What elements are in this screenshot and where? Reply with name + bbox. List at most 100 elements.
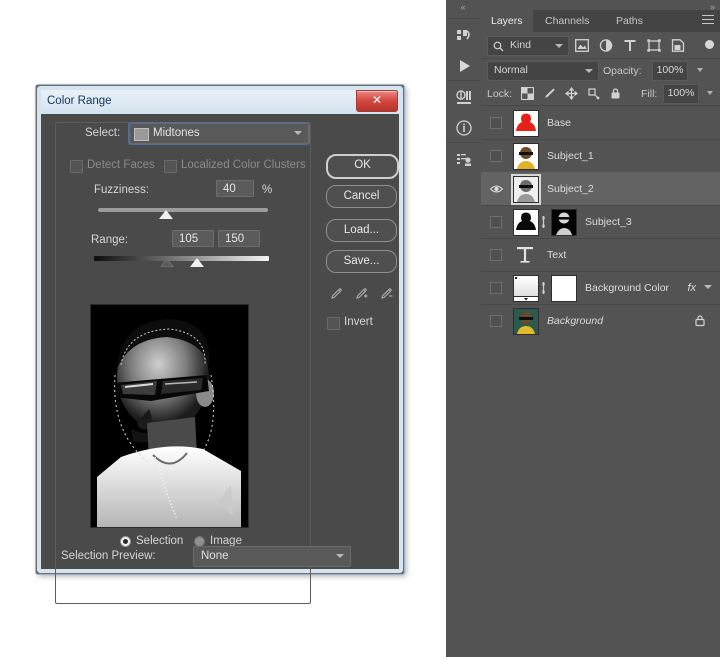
close-icon[interactable]: ✕ [356,90,398,112]
black-silhouette-thumb [514,210,538,235]
lock-all-icon[interactable] [607,86,623,101]
type-layer-filter-icon[interactable] [622,38,638,53]
blend-mode-row: Normal Opacity: 100% [481,58,720,82]
range-max-input[interactable]: 150 [218,230,260,247]
layer-name: Base [547,117,571,129]
range-slider-track[interactable] [94,256,269,261]
visibility-toggle[interactable] [487,205,505,238]
load-button[interactable]: Load... [326,219,397,242]
layer-thumbnail[interactable] [513,209,539,236]
eyedropper-subtract-icon[interactable] [379,286,394,304]
type-layer-icon [517,247,533,263]
tab-channels[interactable]: Channels [535,10,599,32]
layer-thumbnail[interactable] [513,110,539,137]
shape-layer-filter-icon[interactable] [646,38,662,53]
save-button[interactable]: Save... [326,250,397,273]
layer-row-subject-3[interactable]: Subject_3 [481,205,720,239]
select-color-swatch [134,128,149,141]
range-min-input[interactable]: 105 [172,230,214,247]
fill-input[interactable]: 100% [663,84,699,104]
layer-mask-thumbnail[interactable] [551,275,577,302]
layer-mask-thumbnail[interactable] [551,209,577,236]
blend-mode-dropdown[interactable]: Normal [487,61,599,81]
fx-icon[interactable]: fx [687,282,696,294]
link-icon[interactable] [539,216,548,228]
selection-preview-value: None [201,550,229,562]
layer-comps-icon[interactable] [446,145,481,175]
layer-thumbnail[interactable] [513,242,537,267]
localized-color-clusters-label: Localized Color Clusters [181,159,306,171]
visibility-toggle[interactable] [487,238,505,271]
eyedropper-add-icon[interactable] [354,286,369,304]
layer-row-base[interactable]: Base [481,106,720,140]
layer-filter-row: Kind [481,32,720,59]
layer-thumbnail[interactable] [513,176,539,203]
pixel-layer-filter-icon[interactable] [574,38,590,53]
filter-toggle-icon[interactable] [705,40,714,49]
chevron-down-icon [294,131,302,135]
tab-paths[interactable]: Paths [606,10,653,32]
layer-name: Text [547,249,567,261]
play-icon[interactable] [446,51,481,81]
layer-thumbnail[interactable] [513,143,539,170]
fuzziness-slider-track[interactable] [98,208,268,212]
lock-artboard-icon[interactable] [585,86,601,101]
layer-name: Subject_3 [585,216,632,228]
mask-thumb [552,210,576,235]
dialog-title: Color Range [47,95,112,107]
eyedropper-icon[interactable] [329,286,344,304]
opacity-input[interactable]: 100% [652,61,688,81]
kind-filter-label: Kind [510,39,532,51]
selection-preview-image[interactable] [90,304,249,528]
tab-layers[interactable]: Layers [481,10,533,32]
visibility-toggle[interactable] [487,172,505,205]
lock-row: Lock: Fill: 100% [481,82,720,106]
visibility-toggle[interactable] [487,304,505,337]
invert-checkbox[interactable] [327,317,340,330]
lock-position-icon[interactable] [563,86,579,101]
dialog-titlebar[interactable]: Color Range ✕ [41,90,399,115]
detect-faces-label: Detect Faces [87,159,155,171]
layer-thumbnail[interactable] [513,275,539,302]
localized-color-clusters-checkbox[interactable] [164,160,177,173]
layer-row-subject-2[interactable]: Subject_2 [481,172,720,206]
smart-object-filter-icon[interactable] [670,38,686,53]
visibility-toggle[interactable] [487,139,505,172]
layer-row-background[interactable]: Background [481,304,720,337]
lock-transparency-icon[interactable] [519,86,535,101]
ok-button[interactable]: OK [326,154,399,179]
range-min-handle[interactable] [160,258,174,267]
libraries-icon[interactable] [446,21,481,51]
fuzziness-input[interactable]: 40 [216,180,254,197]
fill-stepper-icon[interactable] [707,91,713,95]
info-icon[interactable] [446,113,481,143]
layer-row-subject-1[interactable]: Subject_1 [481,139,720,173]
visibility-toggle[interactable] [487,106,505,139]
adjustment-layer-filter-icon[interactable] [598,38,614,53]
range-max-handle[interactable] [190,258,204,267]
opacity-stepper-icon[interactable] [697,68,703,72]
selection-preview-dropdown[interactable]: None [193,546,351,567]
adjustments-icon[interactable] [446,83,481,113]
panel-menu-icon[interactable] [702,15,714,27]
preview-mask-graphic [91,305,248,527]
layer-thumbnail[interactable] [513,308,539,335]
rail-group-1 [446,18,481,81]
fuzziness-slider-handle[interactable] [159,210,173,219]
lock-image-icon[interactable] [541,86,557,101]
expand-effects-icon[interactable] [704,285,712,289]
selection-radio[interactable] [120,536,131,547]
eye-off-icon [490,314,502,327]
layer-row-background-color[interactable]: Background Color fx [481,271,720,305]
detect-faces-checkbox[interactable] [70,160,83,173]
rail-collapse-icon[interactable]: « [446,2,481,12]
link-icon[interactable] [539,282,548,294]
visibility-toggle[interactable] [487,271,505,304]
chevron-down-icon [555,44,563,48]
panel-tabbar: Layers Channels Paths [481,10,720,33]
layer-row-text[interactable]: Text [481,238,720,272]
cancel-button[interactable]: Cancel [326,185,397,208]
select-dropdown[interactable]: Midtones [129,123,309,144]
kind-filter-dropdown[interactable]: Kind [487,36,569,56]
dialog-body: Select: Midtones Detect Faces Localized … [41,114,399,604]
